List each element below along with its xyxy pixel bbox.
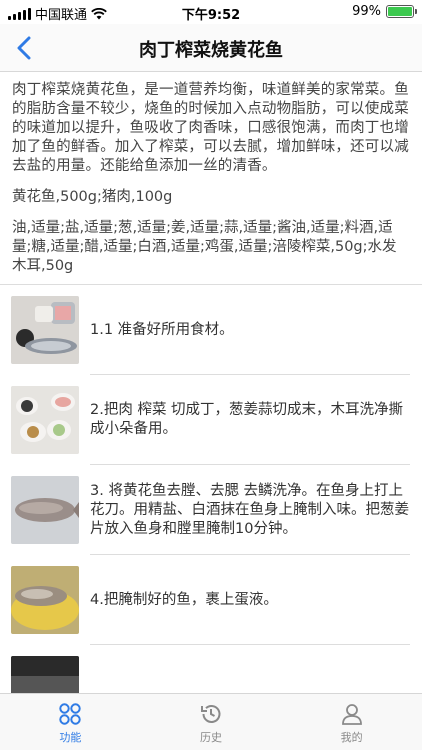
status-bar: 中国联通 下午9:52 99% xyxy=(0,0,422,24)
tab-label: 我的 xyxy=(340,731,363,744)
tab-profile[interactable]: 我的 xyxy=(281,694,422,750)
step-text: 4.把腌制好的鱼，裹上蛋液。 xyxy=(90,591,278,608)
page-title: 肉丁榨菜烧黄花鱼 xyxy=(139,40,283,61)
step-item[interactable]: 1.1 准备好所用食材。 xyxy=(0,285,422,375)
nav-bar: 肉丁榨菜烧黄花鱼 xyxy=(0,24,422,72)
recipe-intro: 肉丁榨菜烧黄花鱼，是一道营养均衡，味道鲜美的家常菜。鱼的脂肪含量不较少，烧鱼的时… xyxy=(12,82,409,174)
history-icon xyxy=(201,705,221,723)
step-image xyxy=(11,386,79,454)
step-image xyxy=(11,566,79,634)
step-text: 2.把肉 榨菜 切成丁，葱姜蒜切成末，木耳洗净撕成小朵备用。 xyxy=(90,402,404,437)
profile-icon xyxy=(341,704,362,725)
battery-fill xyxy=(388,7,412,16)
main-ingredients: 黄花鱼,500g;猪肉,100g xyxy=(12,189,173,205)
recipe-content[interactable]: 肉丁榨菜烧黄花鱼，是一道营养均衡，味道鲜美的家常菜。鱼的脂肪含量不较少，烧鱼的时… xyxy=(0,73,422,693)
battery-percent: 99% xyxy=(352,4,381,19)
step-item[interactable]: 2.把肉 榨菜 切成丁，葱姜蒜切成末，木耳洗净撕成小朵备用。 xyxy=(0,375,422,465)
step-text: 1.1 准备好所用食材。 xyxy=(90,321,234,338)
battery-icon xyxy=(386,5,417,18)
tab-bar: 功能 历史 我的 xyxy=(0,693,422,750)
tab-functions[interactable]: 功能 xyxy=(0,694,141,750)
step-image xyxy=(11,656,79,693)
step-item[interactable]: 3. 将黄花鱼去膛、去腮 去鳞洗净。在鱼身上打上花刀。用精盐、白酒抹在鱼身上腌制… xyxy=(0,465,422,555)
grid-icon xyxy=(59,703,82,725)
step-text: 3. 将黄花鱼去膛、去腮 去鳞洗净。在鱼身上打上花刀。用精盐、白酒抹在鱼身上腌制… xyxy=(90,482,409,537)
step-image xyxy=(11,476,79,544)
step-image xyxy=(11,296,79,364)
tab-label: 历史 xyxy=(200,731,222,744)
tab-history[interactable]: 历史 xyxy=(141,694,282,750)
auxiliary-ingredients: 油,适量;盐,适量;葱,适量;姜,适量;蒜,适量;酱油,适量;料酒,适量;糖,适… xyxy=(0,207,422,285)
step-item[interactable]: 4.把腌制好的鱼，裹上蛋液。 xyxy=(0,555,422,645)
tab-label: 功能 xyxy=(59,731,82,744)
step-item[interactable] xyxy=(0,645,422,693)
status-right: 99% xyxy=(352,4,417,19)
